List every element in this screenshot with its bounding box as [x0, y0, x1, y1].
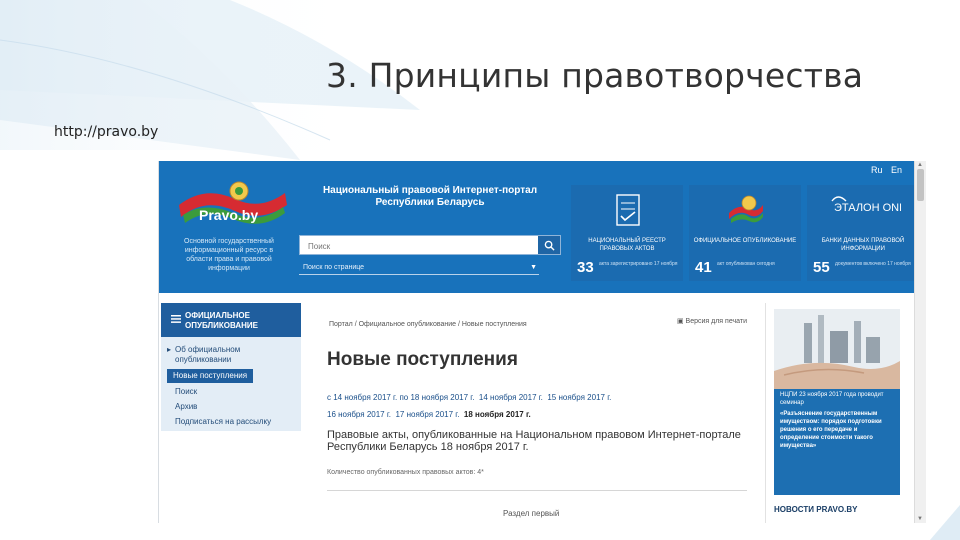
- sidebar-item-label: Об официальном опубликовании: [175, 345, 241, 364]
- site-tagline: Основной государственный информационный …: [184, 238, 274, 272]
- banner-intro: НЦПИ 23 ноября 2017 года проводит семина…: [780, 392, 884, 406]
- sidebar-heading[interactable]: ОФИЦИАЛЬНОЕ ОПУБЛИКОВАНИЕ: [161, 303, 301, 337]
- divider: [327, 490, 747, 491]
- banner-bold: «Разъяснение государственным имуществом:…: [780, 411, 882, 449]
- banner-text: НЦПИ 23 ноября 2017 года проводит семина…: [780, 391, 898, 450]
- lang-en-link[interactable]: En: [891, 165, 902, 175]
- search-box: [299, 235, 561, 256]
- sidebar-item-about[interactable]: ▸ Об официальном опубликовании: [167, 345, 271, 365]
- factory-hand-image: [774, 309, 900, 389]
- sidebar-item-label: Поиск: [175, 387, 198, 396]
- sidebar-item-archive[interactable]: Архив: [175, 402, 197, 412]
- emblem-flag-icon: [729, 195, 763, 223]
- search-scope-select[interactable]: Поиск по странице ▼: [299, 261, 539, 275]
- date-range-link[interactable]: с 14 ноября 2017 г. по 18 ноября 2017 г.: [327, 393, 474, 402]
- breadcrumb[interactable]: Портал / Официальное опубликование / Нов…: [329, 321, 527, 328]
- etalon-logo-icon: ЭТАЛОН ONLINE: [831, 196, 901, 214]
- register-card-databases[interactable]: ЭТАЛОН ONLINE БАНКИ ДАННЫХ ПРАВОВОЙ ИНФО…: [807, 185, 919, 281]
- portal-name: Национальный правовой Интернет-портал Ре…: [322, 185, 538, 208]
- date-links: с 14 ноября 2017 г. по 18 ноября 2017 г.…: [327, 389, 747, 423]
- print-link[interactable]: ▣ Версия для печати: [677, 317, 747, 325]
- search-button[interactable]: [538, 236, 560, 254]
- sidebar: ОФИЦИАЛЬНОЕ ОПУБЛИКОВАНИЕ ▸ Об официальн…: [159, 303, 301, 523]
- seminar-banner[interactable]: НЦПИ 23 ноября 2017 года проводит семина…: [774, 309, 900, 495]
- website-screenshot: Ru En Pravo.by Основной государственный …: [158, 161, 926, 523]
- search-scope-value: Поиск по странице: [303, 264, 365, 271]
- register-label: БАНКИ ДАННЫХ ПРАВОВОЙ ИНФОРМАЦИИ: [821, 238, 905, 252]
- register-count: 55: [813, 259, 830, 276]
- sidebar-heading-label: ОФИЦИАЛЬНОЕ ОПУБЛИКОВАНИЕ: [185, 311, 258, 330]
- date-link[interactable]: 17 ноября 2017 г.: [395, 410, 459, 419]
- scroll-down-icon[interactable]: ▼: [917, 516, 923, 522]
- acts-count: Количество опубликованных правовых актов…: [327, 469, 484, 476]
- vertical-scrollbar[interactable]: ▲ ▼: [914, 161, 926, 523]
- register-sub: акт опубликован сегодня: [717, 261, 775, 267]
- chevron-down-icon: ▼: [530, 264, 537, 271]
- date-link[interactable]: 15 ноября 2017 г.: [547, 393, 611, 402]
- document-check-icon: [616, 194, 640, 226]
- date-link[interactable]: 14 ноября 2017 г.: [479, 393, 543, 402]
- news-heading[interactable]: НОВОСТИ PRAVO.BY: [774, 505, 857, 514]
- language-switcher: Ru En: [865, 165, 902, 175]
- site-header: Ru En Pravo.by Основной государственный …: [159, 161, 919, 293]
- register-label: ОФИЦИАЛЬНОЕ ОПУБЛИКОВАНИЕ: [693, 238, 797, 244]
- register-count: 41: [695, 259, 712, 276]
- register-sub: документов включено 17 ноября: [835, 261, 911, 267]
- register-card-publication[interactable]: ОФИЦИАЛЬНОЕ ОПУБЛИКОВАНИЕ 41 акт опублик…: [689, 185, 801, 281]
- etalon-logo-text: ЭТАЛОН ONLINE: [834, 202, 901, 214]
- main-content: Портал / Официальное опубликование / Нов…: [327, 303, 747, 523]
- sidebar-item-new[interactable]: Новые поступления: [167, 369, 254, 383]
- search-input[interactable]: [300, 237, 536, 256]
- slide-url: http://pravo.by: [54, 124, 159, 140]
- register-label: НАЦИОНАЛЬНЫЙ РЕЕСТР ПРАВОВЫХ АКТОВ: [588, 238, 666, 252]
- section-title: Раздел первый: [503, 509, 560, 518]
- sidebar-item-label: Новые поступления: [173, 371, 248, 380]
- slide-title: 3. Принципы правотворчества: [326, 56, 864, 95]
- presentation-slide: 3. Принципы правотворчества http://pravo…: [0, 0, 960, 540]
- sidebar-item-label: Подписаться на рассылку: [175, 417, 272, 426]
- current-date: 18 ноября 2017 г.: [463, 410, 531, 419]
- sidebar-item-subscribe[interactable]: Подписаться на рассылку: [175, 417, 271, 427]
- pravo-logo-icon[interactable]: [175, 175, 295, 235]
- logo-text[interactable]: Pravo.by: [199, 207, 258, 223]
- chevron-right-icon: ▸: [167, 345, 172, 354]
- sidebar-item-search[interactable]: Поиск: [175, 387, 197, 397]
- sidebar-item-label: Архив: [175, 402, 198, 411]
- lang-ru-link[interactable]: Ru: [871, 165, 883, 175]
- scroll-thumb[interactable]: [917, 169, 924, 201]
- right-column: НЦПИ 23 ноября 2017 года проводит семина…: [765, 303, 905, 523]
- register-card-npa[interactable]: НАЦИОНАЛЬНЫЙ РЕЕСТР ПРАВОВЫХ АКТОВ 33 ак…: [571, 185, 683, 281]
- print-label: Версия для печати: [685, 318, 747, 325]
- sidebar-menu: ▸ Об официальном опубликовании Новые пос…: [161, 337, 301, 431]
- acts-heading: Правовые акты, опубликованные на Национа…: [327, 429, 741, 453]
- register-count: 33: [577, 259, 594, 276]
- register-sub: акта зарегистрировано 17 ноября: [599, 261, 678, 267]
- page-title: Новые поступления: [327, 349, 518, 370]
- date-link[interactable]: 16 ноября 2017 г.: [327, 410, 391, 419]
- scroll-up-icon[interactable]: ▲: [917, 162, 923, 168]
- printer-icon: ▣: [676, 318, 686, 325]
- menu-icon: [171, 315, 181, 323]
- search-icon: [544, 240, 555, 251]
